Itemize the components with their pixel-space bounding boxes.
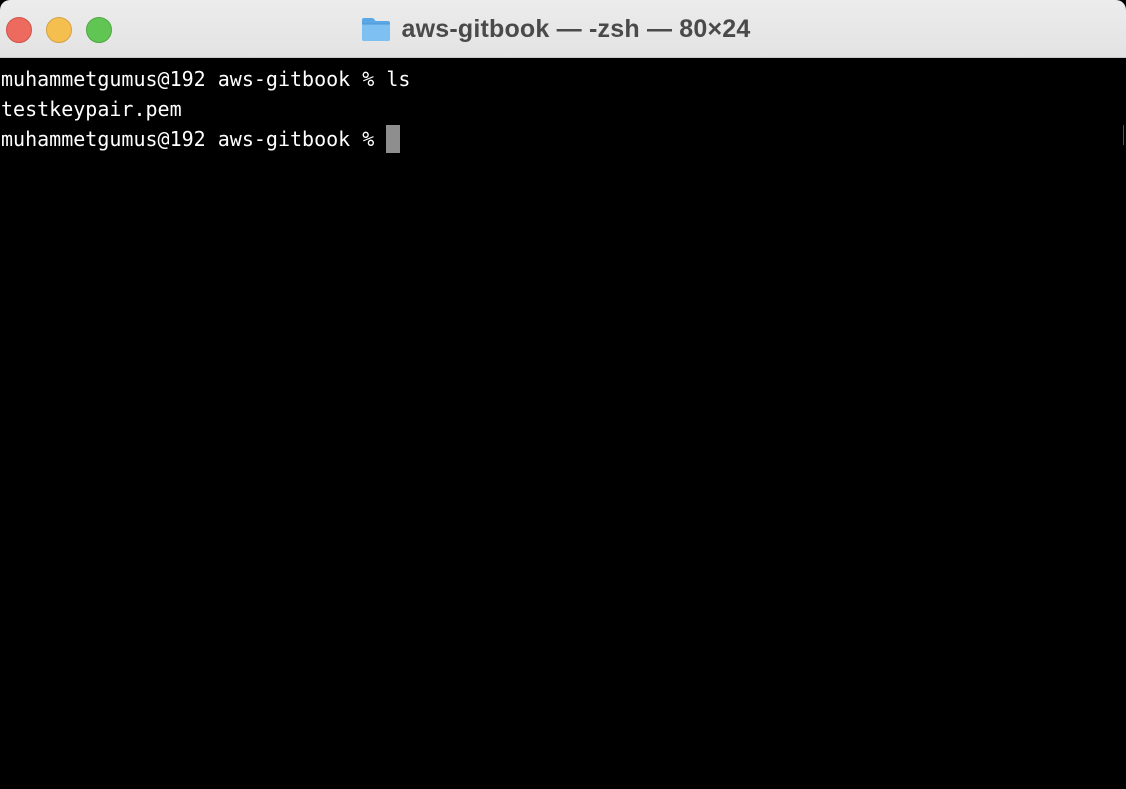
scroll-indicator[interactable] (1123, 125, 1124, 145)
window-title-group: aws-gitbook — -zsh — 80×24 (0, 0, 1126, 58)
window-title: aws-gitbook — -zsh — 80×24 (401, 14, 751, 43)
terminal-content[interactable]: muhammetgumus@192 aws-gitbook % ls testk… (0, 58, 1126, 789)
terminal-line: muhammetgumus@192 aws-gitbook % (1, 124, 1126, 154)
command-text: ls (386, 67, 411, 91)
title-bar[interactable]: aws-gitbook — -zsh — 80×24 (0, 0, 1126, 58)
shell-prompt: muhammetgumus@192 aws-gitbook % (1, 67, 375, 91)
folder-icon (362, 18, 391, 41)
terminal-line: muhammetgumus@192 aws-gitbook % ls (1, 64, 1126, 94)
shell-prompt: muhammetgumus@192 aws-gitbook % (1, 127, 375, 151)
terminal-window: aws-gitbook — -zsh — 80×24 muhammetgumus… (0, 0, 1126, 789)
text-cursor (386, 125, 401, 153)
terminal-line: testkeypair.pem (1, 94, 1126, 124)
command-output: testkeypair.pem (1, 97, 182, 121)
